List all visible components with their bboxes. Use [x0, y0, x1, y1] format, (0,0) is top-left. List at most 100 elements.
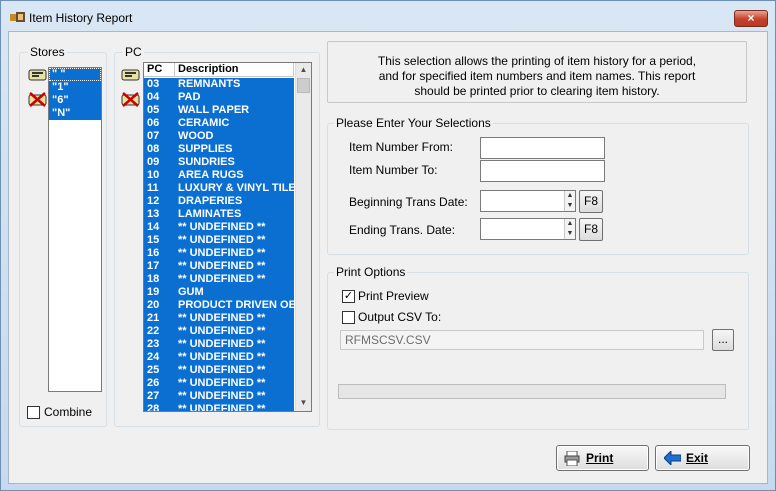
spin-down-icon[interactable]: ▼	[565, 229, 575, 239]
item-from-label: Item Number From:	[349, 140, 454, 154]
pc-column-header[interactable]: PC	[144, 63, 175, 77]
info-line-2: and for specified item numbers and item …	[378, 69, 696, 83]
pc-code-cell: 05	[147, 104, 160, 116]
info-panel: This selection allows the printing of it…	[327, 41, 747, 103]
clear-selection-icon[interactable]	[28, 90, 48, 108]
pc-row[interactable]: 12 DRAPERIES	[144, 195, 294, 208]
pc-row[interactable]: 22 ** UNDEFINED **	[144, 325, 294, 338]
pc-code-cell: 08	[147, 143, 160, 155]
pc-row[interactable]: 17 ** UNDEFINED **	[144, 260, 294, 273]
pc-code-cell: 14	[147, 221, 160, 233]
browse-button[interactable]: ...	[712, 329, 734, 351]
begin-date-label: Beginning Trans Date:	[349, 195, 468, 209]
pc-code-cell: 15	[147, 234, 160, 246]
select-all-icon[interactable]	[28, 65, 48, 83]
spin-down-icon[interactable]: ▼	[565, 201, 575, 211]
pc-row[interactable]: 24 ** UNDEFINED **	[144, 351, 294, 364]
spin-up-icon[interactable]: ▲	[565, 219, 575, 229]
clear-selection-icon[interactable]	[121, 90, 141, 108]
pc-row[interactable]: 23 ** UNDEFINED **	[144, 338, 294, 351]
spin-up-icon[interactable]: ▲	[565, 191, 575, 201]
store-item[interactable]: "6"	[49, 94, 101, 107]
pc-description-cell: SUPPLIES	[178, 143, 233, 155]
pc-row[interactable]: 03 REMNANTS	[144, 78, 294, 91]
pc-code-cell: 17	[147, 260, 160, 272]
pc-description-cell: PAD	[178, 91, 201, 103]
close-button[interactable]: ×	[734, 10, 768, 27]
pc-row[interactable]: 16 ** UNDEFINED **	[144, 247, 294, 260]
store-item[interactable]: " "	[49, 68, 101, 81]
pc-row[interactable]: 15 ** UNDEFINED **	[144, 234, 294, 247]
pc-description-cell: CERAMIC	[178, 117, 230, 129]
stores-listbox[interactable]: " " "1" "6" "N"	[48, 67, 102, 392]
csv-path-input[interactable]: RFMSCSV.CSV	[340, 330, 704, 350]
pc-grid[interactable]: 03 REMNANTS 04 PAD 05 WALL PAPER 06 CERAMIC 07 WO…	[143, 62, 312, 412]
store-item[interactable]: "1"	[49, 81, 101, 94]
printer-icon	[564, 451, 580, 466]
progress-bar	[338, 384, 726, 399]
store-item[interactable]: "N"	[49, 107, 101, 120]
ending-date-spinner[interactable]: ▲ ▼	[564, 219, 575, 239]
print-preview-checkbox[interactable]: ✓	[342, 290, 355, 303]
beginning-date-f8-button[interactable]: F8	[579, 190, 603, 213]
scroll-thumb[interactable]	[297, 78, 310, 93]
beginning-date-input[interactable]	[480, 190, 576, 212]
pc-scrollbar[interactable]: ▲ ▼	[295, 63, 311, 411]
print-button[interactable]: Print	[556, 445, 649, 471]
pc-description-cell: ** UNDEFINED **	[178, 260, 266, 272]
pc-group: PC 03 REMNANTS 04 PAD 05 WALL PAPER 06 CERAMIC 0…	[114, 45, 320, 427]
pc-code-cell: 04	[147, 91, 160, 103]
pc-row[interactable]: 14 ** UNDEFINED **	[144, 221, 294, 234]
beginning-date-spinner[interactable]: ▲ ▼	[564, 191, 575, 211]
item-number-to-input[interactable]	[480, 160, 605, 182]
pc-row[interactable]: 28 ** UNDEFINED **	[144, 403, 294, 412]
print-preview-label: Print Preview	[358, 289, 429, 303]
pc-description-cell: LAMINATES	[178, 208, 242, 220]
ending-date-f8-button[interactable]: F8	[579, 218, 603, 241]
pc-code-cell: 16	[147, 247, 160, 259]
description-column-header[interactable]: Description	[175, 63, 294, 77]
combine-checkbox[interactable]	[27, 406, 40, 419]
print-options-group: Print Options ✓ Print Preview Output CSV…	[327, 265, 749, 430]
pc-row[interactable]: 21 ** UNDEFINED **	[144, 312, 294, 325]
pc-row[interactable]: 10 AREA RUGS	[144, 169, 294, 182]
print-options-legend: Print Options	[334, 265, 408, 279]
pc-description-cell: ** UNDEFINED **	[178, 351, 266, 363]
pc-row[interactable]: 05 WALL PAPER	[144, 104, 294, 117]
pc-row[interactable]: 09 SUNDRIES	[144, 156, 294, 169]
pc-code-cell: 21	[147, 312, 160, 324]
pc-description-cell: ** UNDEFINED **	[178, 221, 266, 233]
pc-description-cell: LUXURY & VINYL TILE	[178, 182, 294, 194]
pc-description-cell: SUNDRIES	[178, 156, 235, 168]
pc-row[interactable]: 20 PRODUCT DRIVEN OE	[144, 299, 294, 312]
pc-description-cell: ** UNDEFINED **	[178, 403, 266, 412]
select-all-icon[interactable]	[121, 65, 141, 83]
scroll-up-arrow-icon[interactable]: ▲	[296, 63, 311, 77]
pc-row[interactable]: 13 LAMINATES	[144, 208, 294, 221]
item-number-from-input[interactable]	[480, 137, 605, 159]
pc-row[interactable]: 07 WOOD	[144, 130, 294, 143]
pc-description-cell: ** UNDEFINED **	[178, 234, 266, 246]
title-bar[interactable]: Item History Report ×	[1, 1, 775, 31]
ending-date-input[interactable]	[480, 218, 576, 240]
pc-row[interactable]: 11 LUXURY & VINYL TILE	[144, 182, 294, 195]
pc-row[interactable]: 19 GUM	[144, 286, 294, 299]
pc-description-cell: WOOD	[178, 130, 214, 142]
pc-row[interactable]: 06 CERAMIC	[144, 117, 294, 130]
pc-description-cell: ** UNDEFINED **	[178, 273, 266, 285]
pc-description-cell: GUM	[178, 286, 204, 298]
pc-row[interactable]: 25 ** UNDEFINED **	[144, 364, 294, 377]
exit-button[interactable]: Exit	[655, 445, 750, 471]
pc-code-cell: 28	[147, 403, 160, 412]
pc-row[interactable]: 08 SUPPLIES	[144, 143, 294, 156]
output-csv-checkbox[interactable]	[342, 311, 355, 324]
window-title: Item History Report	[29, 11, 133, 25]
pc-row[interactable]: 04 PAD	[144, 91, 294, 104]
pc-code-cell: 22	[147, 325, 160, 337]
pc-description-cell: ** UNDEFINED **	[178, 312, 266, 324]
pc-row[interactable]: 26 ** UNDEFINED **	[144, 377, 294, 390]
pc-description-cell: PRODUCT DRIVEN OE	[178, 299, 294, 311]
pc-row[interactable]: 18 ** UNDEFINED **	[144, 273, 294, 286]
pc-row[interactable]: 27 ** UNDEFINED **	[144, 390, 294, 403]
scroll-down-arrow-icon[interactable]: ▼	[296, 396, 311, 410]
